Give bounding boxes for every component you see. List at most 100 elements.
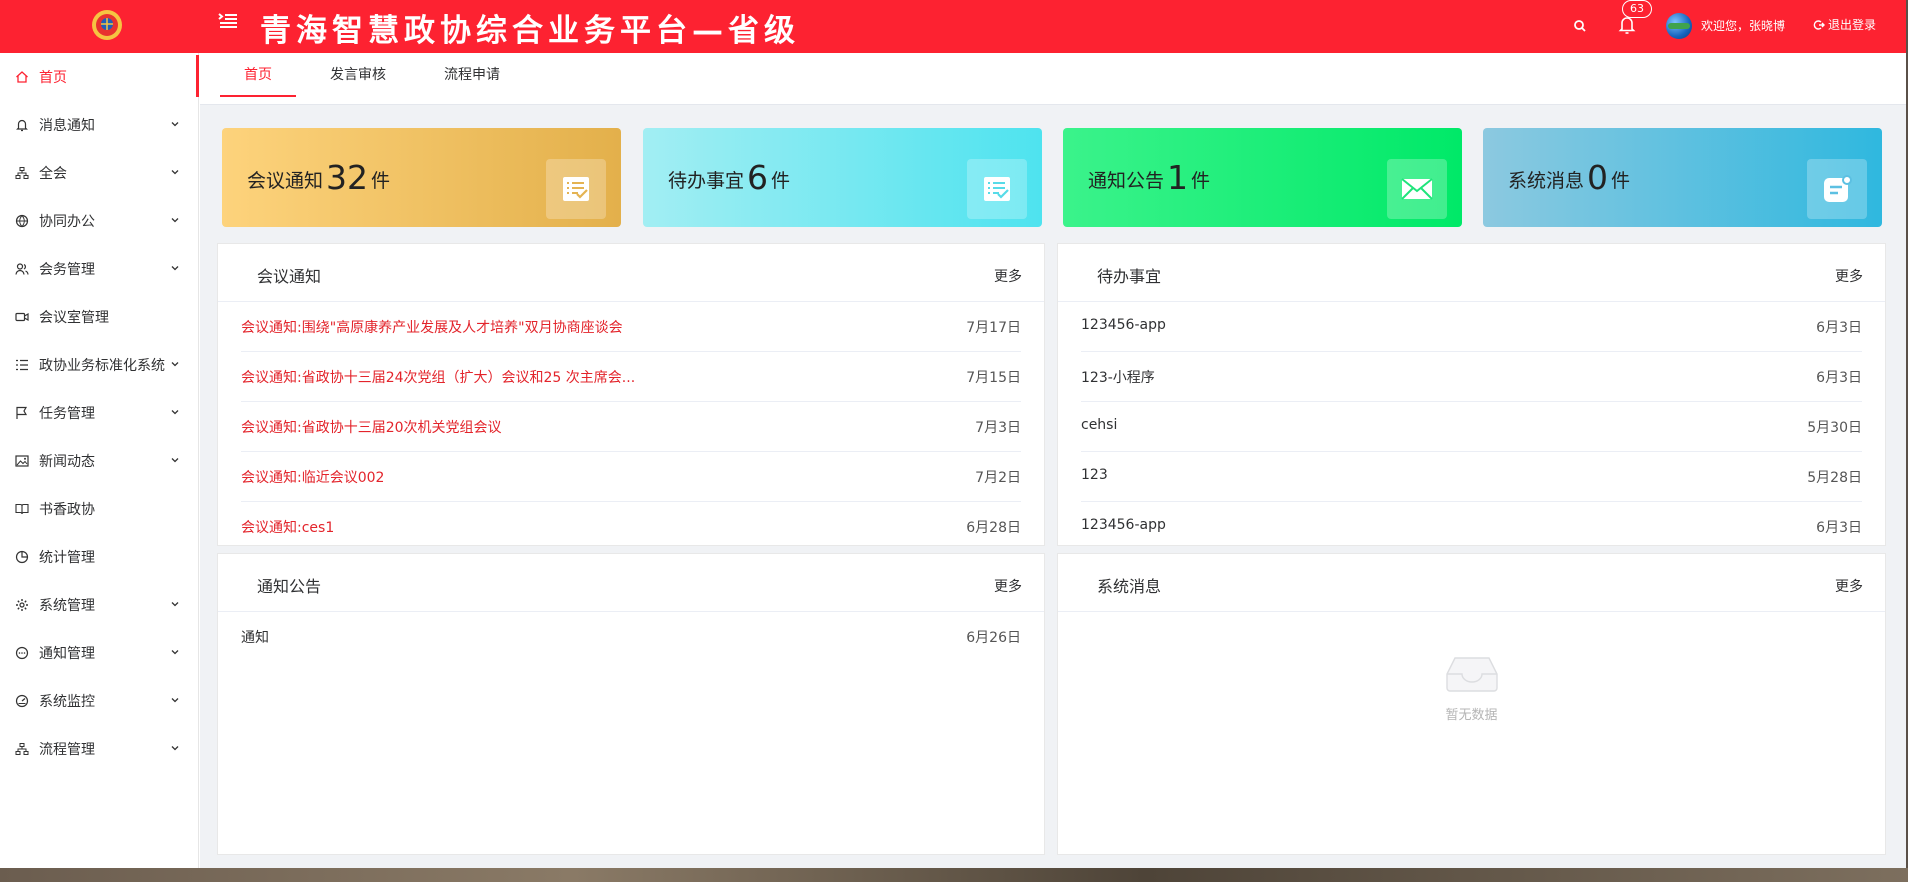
panel-system-message: 系统消息 更多 暂无数据 xyxy=(1057,553,1886,855)
menu-toggle-icon[interactable] xyxy=(217,10,239,32)
checklist-icon xyxy=(546,159,606,219)
checklist-icon xyxy=(967,159,1027,219)
item-title: 123-小程序 xyxy=(1081,370,1155,386)
stat-unit: 件 xyxy=(1611,170,1631,192)
stat-label: 通知公告 xyxy=(1088,170,1165,192)
stat-card-announcement[interactable]: 通知公告1 件 xyxy=(1063,128,1462,227)
globe-icon xyxy=(15,214,29,228)
item-date: 7月17日 xyxy=(966,320,1021,336)
stat-card-system-message[interactable]: 系统消息0 件 xyxy=(1483,128,1882,227)
panel-announcement: 通知公告 更多 通知 6月26日 xyxy=(217,553,1045,855)
logout-label: 退出登录 xyxy=(1828,18,1877,32)
item-date: 6月3日 xyxy=(1816,520,1862,536)
image-icon xyxy=(15,455,29,467)
item-title: 通知 xyxy=(241,630,269,646)
avatar[interactable] xyxy=(1666,13,1692,39)
stat-card-meeting-notice[interactable]: 会议通知32 件 xyxy=(222,128,621,227)
list-item[interactable]: 会议通知:ces1 6月28日 xyxy=(241,502,1021,552)
chevron-down-icon xyxy=(171,362,179,367)
list-item[interactable]: 通知 6月26日 xyxy=(241,612,1021,662)
sidebar-item-system-monitor[interactable]: 系统监控 xyxy=(0,677,198,725)
item-title: 123 xyxy=(1081,467,1108,483)
sitemap-icon xyxy=(15,167,29,179)
list-item[interactable]: 会议通知:围绕"高原康养产业发展及人才培养"双月协商座谈会 7月17日 xyxy=(241,302,1021,352)
item-date: 6月28日 xyxy=(966,520,1021,536)
item-title: 123456-app xyxy=(1081,317,1166,333)
item-title: 会议通知:省政协十三届24次党组（扩大）会议和25 次主席会... xyxy=(241,370,636,386)
sidebar-item-home[interactable]: 首页 xyxy=(0,53,199,101)
search-icon[interactable] xyxy=(1571,17,1589,35)
list-item[interactable]: 123-小程序 6月3日 xyxy=(1081,352,1862,402)
sidebar-item-label: 任务管理 xyxy=(39,406,95,422)
cppcc-emblem-logo xyxy=(92,10,122,40)
item-title: 会议通知:围绕"高原康养产业发展及人才培养"双月协商座谈会 xyxy=(241,320,623,336)
stat-text: 会议通知32 件 xyxy=(247,158,390,197)
sidebar-item-news[interactable]: 新闻动态 xyxy=(0,437,198,485)
page-tabs: 首页 发言审核 流程申请 xyxy=(200,53,1906,105)
tab-speech-review[interactable]: 发言审核 xyxy=(325,53,391,97)
list-icon xyxy=(16,359,28,371)
item-date: 7月15日 xyxy=(966,370,1021,386)
sidebar-item-label: 统计管理 xyxy=(39,550,95,566)
todo-list: 123456-app 6月3日 123-小程序 6月3日 cehsi 5月30日 12… xyxy=(1058,302,1885,552)
chevron-down-icon xyxy=(171,650,179,655)
message-icon xyxy=(1807,159,1867,219)
list-item[interactable]: 123 5月28日 xyxy=(1081,452,1862,502)
announcement-list: 通知 6月26日 xyxy=(218,612,1044,662)
more-link[interactable]: 更多 xyxy=(994,266,1022,286)
stat-unit: 件 xyxy=(371,170,391,192)
tab-process-apply[interactable]: 流程申请 xyxy=(439,53,505,97)
item-date: 6月3日 xyxy=(1816,320,1862,336)
pie-chart-icon xyxy=(15,550,29,564)
dashboard-icon xyxy=(15,694,29,708)
panel-title: 通知公告 xyxy=(257,577,322,596)
sidebar-item-notice-admin[interactable]: 通知管理 xyxy=(0,629,198,677)
panel-title: 待办事宜 xyxy=(1097,267,1162,286)
more-link[interactable]: 更多 xyxy=(1835,576,1863,596)
panel-header: 待办事宜 更多 xyxy=(1058,244,1885,302)
logout-button[interactable]: 退出登录 xyxy=(1813,16,1876,33)
item-title: 123456-app xyxy=(1081,517,1166,533)
chevron-down-icon xyxy=(171,746,179,751)
sidebar-item-meeting-room[interactable]: 会议室管理 xyxy=(0,293,198,341)
list-item[interactable]: 会议通知:省政协十三届24次党组（扩大）会议和25 次主席会... 7月15日 xyxy=(241,352,1021,402)
sidebar-item-collaborative-office[interactable]: 协同办公 xyxy=(0,197,198,245)
item-date: 7月2日 xyxy=(975,470,1021,486)
list-item[interactable]: 会议通知:临近会议002 7月2日 xyxy=(241,452,1021,502)
sidebar-item-system-admin[interactable]: 系统管理 xyxy=(0,581,198,629)
sidebar-item-plenary[interactable]: 全会 xyxy=(0,149,198,197)
background-strip xyxy=(0,868,1908,882)
stat-unit: 件 xyxy=(1191,170,1211,192)
sidebar-item-messages[interactable]: 消息通知 xyxy=(0,101,198,149)
welcome-user-text[interactable]: 欢迎您，张晓博 xyxy=(1701,17,1785,34)
sidebar-item-statistics[interactable]: 统计管理 xyxy=(0,533,198,581)
sitemap-icon xyxy=(15,743,29,755)
sidebar-item-meeting-affairs[interactable]: 会务管理 xyxy=(0,245,198,293)
chevron-down-icon xyxy=(171,122,179,127)
sidebar-item-reading[interactable]: 书香政协 xyxy=(0,485,198,533)
sidebar-item-label: 系统监控 xyxy=(39,694,95,710)
list-item[interactable]: 123456-app 6月3日 xyxy=(1081,302,1862,352)
item-title: cehsi xyxy=(1081,417,1118,433)
sidebar-item-standardization[interactable]: 政协业务标准化系统 xyxy=(0,341,198,389)
sidebar-item-label: 书香政协 xyxy=(39,502,95,518)
chevron-down-icon xyxy=(171,170,179,175)
mail-icon xyxy=(1387,159,1447,219)
stat-card-todo[interactable]: 待办事宜6 件 xyxy=(643,128,1042,227)
meeting-list: 会议通知:围绕"高原康养产业发展及人才培养"双月协商座谈会 7月17日 会议通知:… xyxy=(218,302,1044,552)
list-item[interactable]: cehsi 5月30日 xyxy=(1081,402,1862,452)
list-item[interactable]: 会议通知:省政协十三届20次机关党组会议 7月3日 xyxy=(241,402,1021,452)
item-date: 6月26日 xyxy=(966,630,1021,646)
sidebar-item-label: 政协业务标准化系统 xyxy=(39,358,165,374)
gear-icon xyxy=(16,599,28,611)
stat-text: 通知公告1 件 xyxy=(1088,158,1210,197)
more-link[interactable]: 更多 xyxy=(1835,266,1863,286)
empty-inbox-icon xyxy=(1445,657,1498,692)
sidebar-item-tasks[interactable]: 任务管理 xyxy=(0,389,198,437)
empty-text: 暂无数据 xyxy=(1445,708,1498,723)
sidebar-item-workflow[interactable]: 流程管理 xyxy=(0,725,198,773)
tab-home[interactable]: 首页 xyxy=(220,53,296,97)
panel-header: 系统消息 更多 xyxy=(1058,554,1885,612)
more-link[interactable]: 更多 xyxy=(994,576,1022,596)
list-item[interactable]: 123456-app 6月3日 xyxy=(1081,502,1862,552)
